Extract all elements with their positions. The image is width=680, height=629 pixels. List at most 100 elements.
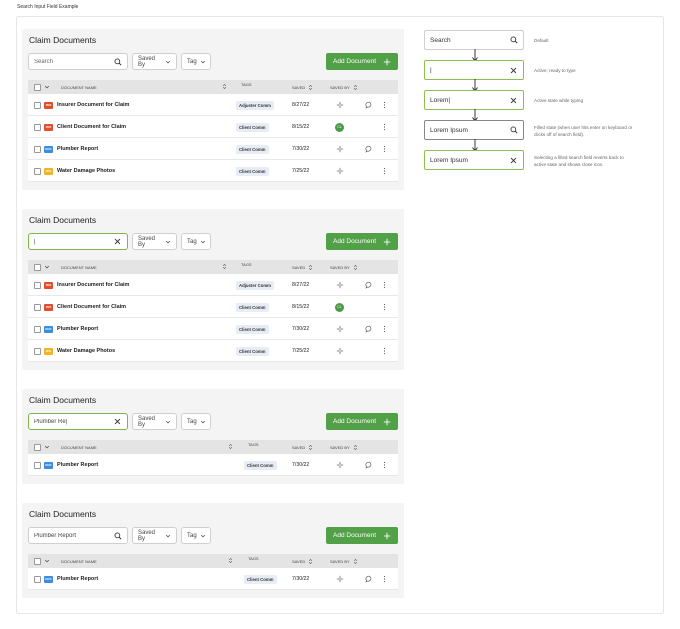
table-row[interactable]: PDF Client Document for Claim Client Comm 8… bbox=[28, 116, 398, 138]
comment-icon[interactable] bbox=[364, 101, 373, 110]
tag-dropdown[interactable]: Tag bbox=[181, 233, 211, 250]
document-name-link[interactable]: Insurer Document for Claim bbox=[57, 282, 129, 288]
row-checkbox[interactable] bbox=[34, 145, 41, 153]
table-row[interactable]: DOC Plumber Report Client Comm 7/30/22 bbox=[28, 138, 398, 160]
search-state-example[interactable]: Lorem Ipsum bbox=[424, 150, 524, 170]
search-input-text[interactable]: | bbox=[34, 239, 113, 245]
saved-by-dropdown[interactable]: Saved By bbox=[132, 413, 177, 430]
header-saved-by[interactable]: SAVED BY bbox=[330, 80, 358, 94]
header-saved[interactable]: SAVED bbox=[292, 440, 313, 454]
sort-icon[interactable] bbox=[222, 83, 227, 90]
table-row[interactable]: JPG Water Damage Photos Client Comm 7/25/22 bbox=[28, 340, 398, 362]
close-icon[interactable] bbox=[113, 237, 122, 246]
document-name-link[interactable]: Plumber Report bbox=[57, 326, 98, 332]
header-saved-by[interactable]: SAVED BY bbox=[330, 554, 358, 568]
row-checkbox[interactable] bbox=[34, 281, 41, 289]
table-row[interactable]: JPG Water Damage Photos Client Comm 7/25/22 bbox=[28, 160, 398, 182]
chevron-down-icon[interactable] bbox=[44, 84, 50, 90]
search-input[interactable]: Plumber Report bbox=[28, 527, 128, 544]
document-name-link[interactable]: Client Document for Claim bbox=[57, 124, 126, 130]
comment-icon[interactable] bbox=[364, 281, 373, 290]
tag-dropdown[interactable]: Tag bbox=[181, 413, 211, 430]
row-checkbox[interactable] bbox=[34, 167, 41, 175]
kebab-icon[interactable] bbox=[380, 145, 389, 154]
row-checkbox[interactable] bbox=[34, 325, 41, 333]
comment-icon[interactable] bbox=[364, 575, 373, 584]
select-all-checkbox[interactable] bbox=[34, 263, 41, 271]
document-name-link[interactable]: Water Damage Photos bbox=[57, 168, 115, 174]
row-checkbox[interactable] bbox=[34, 101, 41, 109]
header-saved-by[interactable]: SAVED BY bbox=[330, 260, 358, 274]
document-name-link[interactable]: Insurer Document for Claim bbox=[57, 102, 129, 108]
row-checkbox[interactable] bbox=[34, 461, 41, 469]
add-document-button[interactable]: Add Document bbox=[326, 413, 398, 430]
header-saved-by[interactable]: SAVED BY bbox=[330, 440, 358, 454]
header-document-name[interactable]: DOCUMENT NAME bbox=[61, 554, 97, 568]
search-input-text[interactable]: Plumber Re| bbox=[34, 419, 113, 425]
table-row[interactable]: PDF Insurer Document for Claim Adjuster Co… bbox=[28, 94, 398, 116]
select-all-checkbox[interactable] bbox=[34, 83, 41, 91]
kebab-icon[interactable] bbox=[380, 167, 389, 176]
comment-icon[interactable] bbox=[364, 145, 373, 154]
kebab-icon[interactable] bbox=[380, 575, 389, 584]
comment-icon[interactable] bbox=[364, 325, 373, 334]
saved-by-dropdown[interactable]: Saved By bbox=[132, 233, 177, 250]
header-document-name[interactable]: DOCUMENT NAME bbox=[61, 440, 97, 454]
search-input-text[interactable]: Plumber Report bbox=[34, 533, 113, 539]
saved-by-dropdown[interactable]: Saved By bbox=[132, 527, 177, 544]
kebab-icon[interactable] bbox=[380, 325, 389, 334]
kebab-icon[interactable] bbox=[380, 101, 389, 110]
search-icon[interactable] bbox=[113, 531, 122, 540]
row-checkbox[interactable] bbox=[34, 123, 41, 131]
search-icon[interactable] bbox=[113, 57, 122, 66]
search-state-example[interactable]: | bbox=[424, 60, 524, 80]
sort-icon[interactable] bbox=[228, 443, 233, 450]
table-row[interactable]: DOC Plumber Report Client Comm 7/30/22 bbox=[28, 454, 398, 476]
tag-dropdown[interactable]: Tag bbox=[181, 527, 211, 544]
close-icon[interactable] bbox=[509, 96, 518, 105]
close-icon[interactable] bbox=[113, 417, 122, 426]
select-all-checkbox[interactable] bbox=[34, 557, 41, 565]
close-icon[interactable] bbox=[509, 66, 518, 75]
document-name-link[interactable]: Plumber Report bbox=[57, 576, 98, 582]
header-document-name[interactable]: DOCUMENT NAME bbox=[61, 80, 97, 94]
chevron-down-icon[interactable] bbox=[44, 558, 50, 564]
kebab-icon[interactable] bbox=[380, 123, 389, 132]
row-checkbox[interactable] bbox=[34, 575, 41, 583]
select-all-checkbox[interactable] bbox=[34, 443, 41, 451]
saved-by-dropdown[interactable]: Saved By bbox=[132, 53, 177, 70]
row-checkbox[interactable] bbox=[34, 303, 41, 311]
kebab-icon[interactable] bbox=[380, 281, 389, 290]
search-icon[interactable] bbox=[509, 126, 518, 135]
search-input[interactable]: Plumber Re| bbox=[28, 413, 128, 430]
add-document-button[interactable]: Add Document bbox=[326, 53, 398, 70]
search-state-example[interactable]: Lorem Ipsum bbox=[424, 120, 524, 140]
document-name-link[interactable]: Client Document for Claim bbox=[57, 304, 126, 310]
chevron-down-icon[interactable] bbox=[44, 444, 50, 450]
search-state-example[interactable]: Lorem| bbox=[424, 90, 524, 110]
search-icon[interactable] bbox=[509, 36, 518, 45]
table-row[interactable]: DOC Plumber Report Client Comm 7/30/22 bbox=[28, 568, 398, 590]
header-document-name[interactable]: DOCUMENT NAME bbox=[61, 260, 97, 274]
row-checkbox[interactable] bbox=[34, 347, 41, 355]
sort-icon[interactable] bbox=[228, 557, 233, 564]
add-document-button[interactable]: Add Document bbox=[326, 527, 398, 544]
tag-dropdown[interactable]: Tag bbox=[181, 53, 211, 70]
kebab-icon[interactable] bbox=[380, 303, 389, 312]
add-document-button[interactable]: Add Document bbox=[326, 233, 398, 250]
document-name-link[interactable]: Water Damage Photos bbox=[57, 348, 115, 354]
table-row[interactable]: PDF Insurer Document for Claim Adjuster Co… bbox=[28, 274, 398, 296]
close-icon[interactable] bbox=[509, 156, 518, 165]
search-input[interactable]: | bbox=[28, 233, 128, 250]
search-state-example[interactable]: Search bbox=[424, 30, 524, 50]
chevron-down-icon[interactable] bbox=[44, 264, 50, 270]
header-saved[interactable]: SAVED bbox=[292, 260, 313, 274]
search-input-text[interactable]: Search bbox=[34, 59, 113, 65]
search-input[interactable]: Search bbox=[28, 53, 128, 70]
document-name-link[interactable]: Plumber Report bbox=[57, 146, 98, 152]
kebab-icon[interactable] bbox=[380, 461, 389, 470]
header-saved[interactable]: SAVED bbox=[292, 80, 313, 94]
comment-icon[interactable] bbox=[364, 461, 373, 470]
table-row[interactable]: PDF Client Document for Claim Client Comm 8… bbox=[28, 296, 398, 318]
table-row[interactable]: DOC Plumber Report Client Comm 7/30/22 bbox=[28, 318, 398, 340]
